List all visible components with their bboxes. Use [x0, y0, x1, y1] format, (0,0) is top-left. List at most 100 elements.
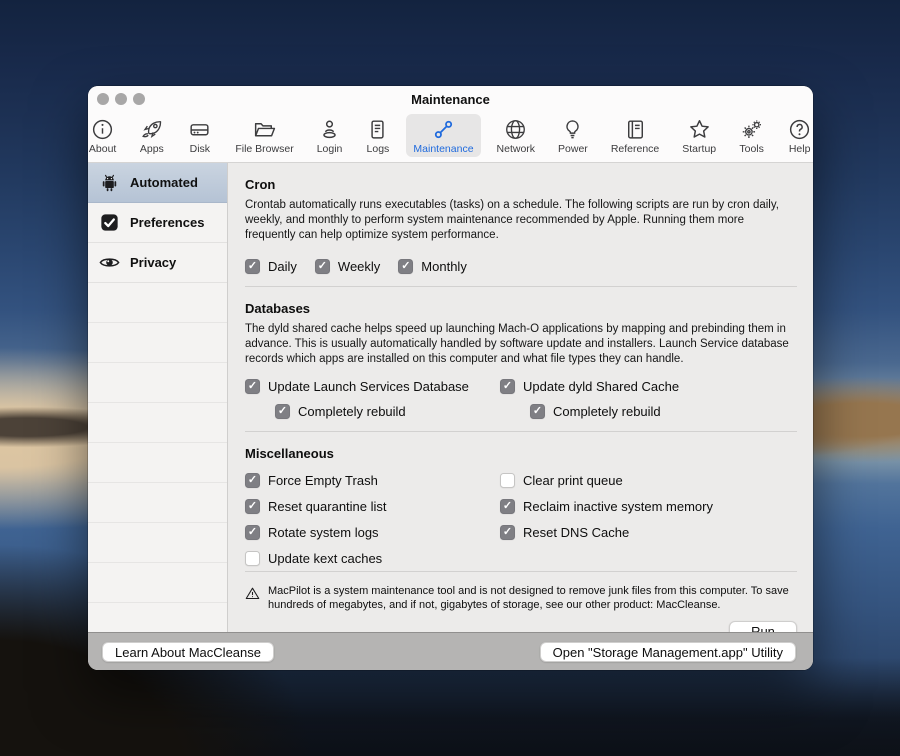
sidebar-item-preferences[interactable]: Preferences	[88, 203, 227, 243]
learn-about-maccleanse-button[interactable]: Learn About MacCleanse	[102, 642, 274, 662]
minimize-button[interactable]	[115, 93, 127, 105]
toolbar-item-help[interactable]: Help	[780, 114, 813, 157]
checkbox-clear-print-queue[interactable]: Clear print queue	[500, 473, 797, 488]
checkbox-update-kext-caches[interactable]: Update kext caches	[245, 551, 500, 566]
toolbar-item-maintenance[interactable]: Maintenance	[406, 114, 480, 157]
toolbar-item-reference[interactable]: Reference	[604, 114, 666, 157]
checkbox-monthly[interactable]: Monthly	[398, 259, 467, 274]
toolbar-label: Disk	[190, 143, 210, 155]
disk-icon	[187, 117, 212, 142]
sidebar-item-label: Privacy	[130, 255, 176, 270]
checkbox-update-dyld-cache[interactable]: Update dyld Shared Cache	[500, 379, 797, 394]
toolbar-item-logs[interactable]: Logs	[358, 114, 397, 157]
toolbar-item-apps[interactable]: Apps	[132, 114, 171, 157]
checkbox[interactable]	[530, 404, 545, 419]
databases-right-column: Update dyld Shared Cache Completely rebu…	[500, 379, 797, 419]
section-divider	[245, 286, 797, 287]
checkbox-reset-quarantine-list[interactable]: Reset quarantine list	[245, 499, 500, 514]
checkbox[interactable]	[398, 259, 413, 274]
toolbar-label: Maintenance	[413, 143, 473, 155]
databases-left-column: Update Launch Services Database Complete…	[245, 379, 500, 419]
checkbox-label: Daily	[268, 259, 297, 274]
app-window: Maintenance About Apps Disk File Browser…	[88, 86, 813, 670]
globe-icon	[503, 117, 528, 142]
toolbar-label: Reference	[611, 143, 659, 155]
checkbox-label: Update Launch Services Database	[268, 379, 469, 394]
sidebar: Automated Preferences Privacy	[88, 163, 228, 632]
checkbox[interactable]	[275, 404, 290, 419]
checkbox[interactable]	[500, 379, 515, 394]
section-divider	[245, 431, 797, 432]
checkbox[interactable]	[245, 551, 260, 566]
checkbox-label: Rotate system logs	[268, 525, 379, 540]
sidebar-item-automated[interactable]: Automated	[88, 163, 227, 203]
close-button[interactable]	[97, 93, 109, 105]
checkbox-label: Update kext caches	[268, 551, 382, 566]
toolbar-label: Power	[558, 143, 588, 155]
checkbox-daily[interactable]: Daily	[245, 259, 297, 274]
toolbar-label: Network	[497, 143, 536, 155]
wrench-icon	[431, 117, 456, 142]
cron-section-title: Cron	[245, 177, 797, 192]
databases-checkbox-group: Update Launch Services Database Complete…	[245, 379, 797, 419]
zoom-button[interactable]	[133, 93, 145, 105]
toolbar-item-disk[interactable]: Disk	[180, 114, 219, 157]
logs-icon	[365, 117, 390, 142]
info-icon	[90, 117, 115, 142]
open-storage-management-button[interactable]: Open "Storage Management.app" Utility	[540, 642, 796, 662]
checkbox[interactable]	[245, 499, 260, 514]
window-title: Maintenance	[88, 86, 813, 113]
databases-description: The dyld shared cache helps speed up lau…	[245, 322, 796, 367]
sidebar-empty-row	[88, 603, 227, 632]
checkbox-reclaim-memory[interactable]: Reclaim inactive system memory	[500, 499, 797, 514]
lightbulb-icon	[560, 117, 585, 142]
checkbox-label: Reset quarantine list	[268, 499, 387, 514]
titlebar[interactable]: Maintenance	[88, 86, 813, 113]
checkbox[interactable]	[245, 259, 260, 274]
checkbox-completely-rebuild-left[interactable]: Completely rebuild	[275, 404, 500, 419]
android-icon	[98, 171, 121, 194]
checkbox-label: Reclaim inactive system memory	[523, 499, 713, 514]
gears-icon	[739, 117, 764, 142]
toolbar-item-tools[interactable]: Tools	[732, 114, 771, 157]
checkbox-rotate-system-logs[interactable]: Rotate system logs	[245, 525, 500, 540]
toolbar-label: About	[89, 143, 116, 155]
checkbox[interactable]	[245, 525, 260, 540]
checkbox[interactable]	[500, 473, 515, 488]
sidebar-item-label: Automated	[130, 175, 198, 190]
checkbox-label: Completely rebuild	[553, 404, 661, 419]
checkbox-reset-dns-cache[interactable]: Reset DNS Cache	[500, 525, 797, 540]
folder-icon	[252, 117, 277, 142]
sidebar-empty-row	[88, 483, 227, 523]
checkbox-weekly[interactable]: Weekly	[315, 259, 380, 274]
warning-icon	[245, 586, 260, 601]
checkbox-force-empty-trash[interactable]: Force Empty Trash	[245, 473, 500, 488]
toolbar-item-login[interactable]: Login	[310, 114, 350, 157]
checkbox[interactable]	[315, 259, 330, 274]
cron-checkbox-group: Daily Weekly Monthly	[245, 259, 797, 274]
checkbox-label: Reset DNS Cache	[523, 525, 629, 540]
misc-checkbox-group: Force Empty Trash Clear print queue Rese…	[245, 473, 797, 566]
book-icon	[623, 117, 648, 142]
toolbar-item-file-browser[interactable]: File Browser	[228, 114, 300, 157]
toolbar-label: Startup	[682, 143, 716, 155]
sidebar-item-label: Preferences	[130, 215, 204, 230]
help-icon	[787, 117, 812, 142]
toolbar-item-startup[interactable]: Startup	[675, 114, 723, 157]
checkbox-label: Force Empty Trash	[268, 473, 378, 488]
checkbox-update-launch-services[interactable]: Update Launch Services Database	[245, 379, 500, 394]
toolbar-label: Help	[789, 143, 811, 155]
checkbox-completely-rebuild-right[interactable]: Completely rebuild	[530, 404, 797, 419]
toolbar-item-power[interactable]: Power	[551, 114, 595, 157]
checkbox[interactable]	[245, 379, 260, 394]
checkbox[interactable]	[500, 525, 515, 540]
misc-section-title: Miscellaneous	[245, 446, 797, 461]
section-divider	[245, 571, 797, 572]
sidebar-item-privacy[interactable]: Privacy	[88, 243, 227, 283]
toolbar-item-network[interactable]: Network	[490, 114, 543, 157]
checkbox[interactable]	[500, 499, 515, 514]
toolbar-item-about[interactable]: About	[88, 114, 123, 157]
run-button[interactable]: Run	[729, 621, 797, 632]
checkbox-label: Update dyld Shared Cache	[523, 379, 679, 394]
checkbox[interactable]	[245, 473, 260, 488]
